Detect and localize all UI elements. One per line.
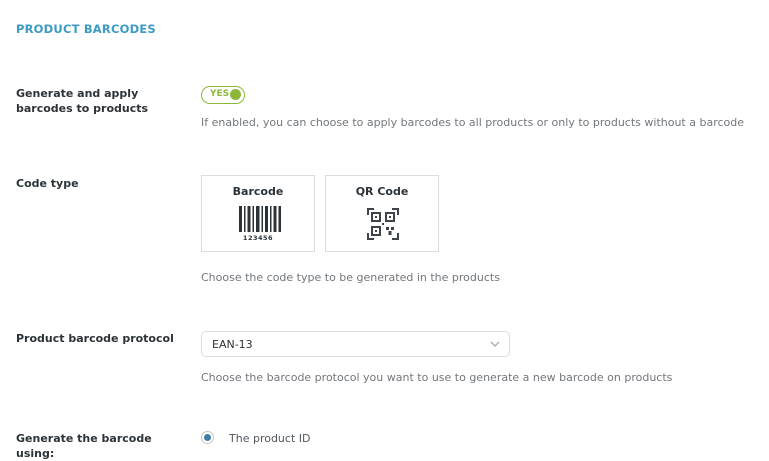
generate-barcodes-toggle[interactable]: YES [201,86,245,104]
code-type-description: Choose the code type to be generated in … [201,271,500,284]
generate-barcodes-label: Generate and apply barcodes to products [16,87,149,115]
toggle-state-label: YES [210,89,230,99]
protocol-label: Product barcode protocol [16,332,174,345]
product-id-radio-label[interactable]: The product ID [229,432,310,445]
generate-barcodes-description: If enabled, you can choose to apply barc… [201,116,745,129]
code-type-card-barcode[interactable]: Barcode 123456 [201,175,315,252]
radio-selected-dot [204,434,211,441]
product-id-radio[interactable] [201,431,214,444]
barcode-sample-number: 123456 [242,234,274,242]
chevron-down-icon [490,341,500,347]
section-title: PRODUCT BARCODES [16,22,156,36]
code-type-card-title: QR Code [355,185,409,198]
toggle-knob [230,89,241,100]
protocol-description: Choose the barcode protocol you want to … [201,371,673,384]
generate-using-label: Generate the barcode using: [16,432,152,460]
protocol-select-value: EAN-13 [212,338,253,351]
protocol-select[interactable]: EAN-13 [201,331,510,357]
qr-code-icon [367,208,399,240]
code-type-label: Code type [16,177,79,190]
code-type-card-title: Barcode [232,185,284,198]
code-type-card-qr[interactable]: QR Code [325,175,439,252]
barcode-icon [239,206,281,232]
